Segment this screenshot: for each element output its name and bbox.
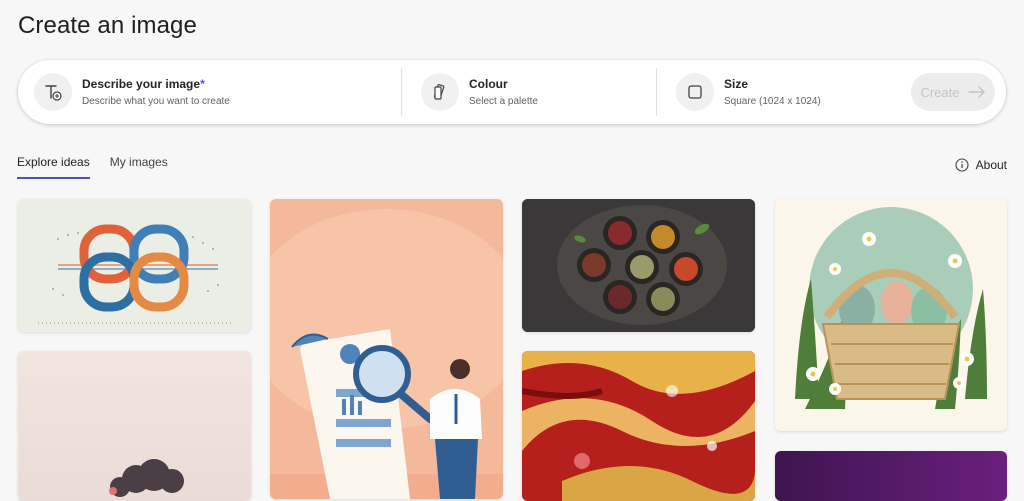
gallery-image-purple[interactable] xyxy=(775,451,1007,501)
about-label: About xyxy=(975,158,1007,172)
create-label: Create xyxy=(920,84,960,100)
gallery-image-document-search[interactable] xyxy=(270,199,503,499)
liquid-gold-artwork xyxy=(522,351,755,501)
square-icon xyxy=(676,73,714,111)
tab-explore-ideas[interactable]: Explore ideas xyxy=(17,155,90,179)
gallery-image-spices[interactable] xyxy=(522,199,755,332)
tab-my-images[interactable]: My images xyxy=(110,155,168,179)
create-button[interactable]: Create xyxy=(911,73,995,111)
spices-artwork xyxy=(522,199,755,332)
info-icon xyxy=(955,158,969,172)
text-add-icon xyxy=(34,73,72,111)
tab-bar: Explore ideas My images xyxy=(17,155,188,179)
about-button[interactable]: About xyxy=(955,158,1007,172)
size-selector[interactable]: Size Square (1024 x 1024) xyxy=(676,60,821,124)
rings-artwork xyxy=(38,224,231,324)
gallery-image-clouds[interactable] xyxy=(18,351,251,501)
describe-image-field[interactable]: Describe your image* Describe what you w… xyxy=(34,60,230,124)
prompt-bar: Describe your image* Describe what you w… xyxy=(18,60,1006,124)
gallery-image-rings[interactable] xyxy=(18,199,251,332)
size-label: Size xyxy=(724,77,749,91)
required-mark: * xyxy=(200,77,205,91)
gallery-image-easter-basket[interactable] xyxy=(775,199,1007,431)
colour-value: Select a palette xyxy=(469,96,538,107)
palette-icon xyxy=(421,73,459,111)
document-search-artwork xyxy=(270,209,503,499)
describe-label: Describe your image xyxy=(82,77,201,91)
gallery-image-liquid-gold[interactable] xyxy=(522,351,755,501)
colour-label: Colour xyxy=(469,77,508,91)
clouds-artwork xyxy=(109,459,184,497)
page-title: Create an image xyxy=(18,12,197,39)
arrow-right-icon xyxy=(967,86,985,98)
divider xyxy=(401,68,402,116)
divider xyxy=(656,68,657,116)
colour-selector[interactable]: Colour Select a palette xyxy=(421,60,538,124)
describe-placeholder: Describe what you want to create xyxy=(82,96,230,107)
size-value: Square (1024 x 1024) xyxy=(724,96,821,107)
easter-basket-artwork xyxy=(795,207,987,409)
